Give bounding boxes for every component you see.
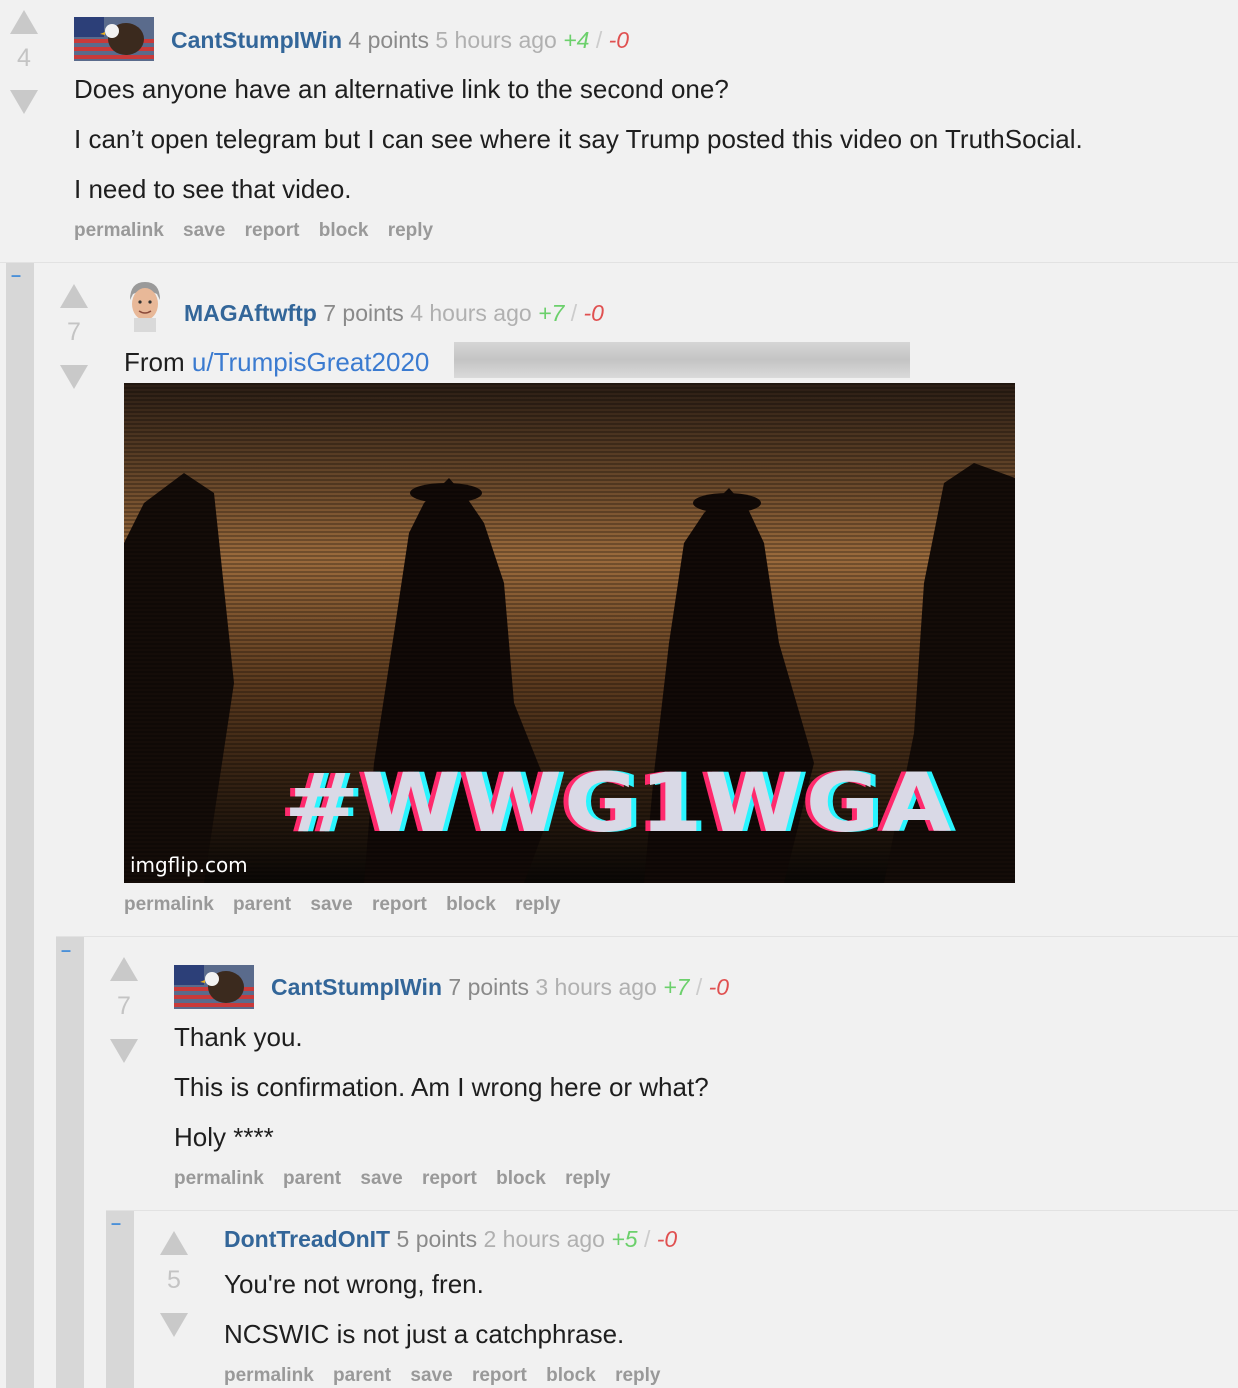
comment-meta: CantStumpIWin 7 points 3 hours ago +7 / …: [271, 972, 729, 1002]
comment-score: 7: [67, 318, 81, 346]
comment-paragraph: I need to see that video.: [74, 174, 352, 204]
points: 5 points: [396, 1226, 478, 1252]
comment-divider: [56, 936, 1238, 937]
collapse-toggle[interactable]: –: [61, 941, 71, 959]
upvote-count: +4: [563, 27, 590, 53]
downvote-arrow-icon[interactable]: [160, 1313, 188, 1337]
vote-separator: /: [643, 1226, 651, 1252]
comment-score: 5: [167, 1266, 181, 1294]
comment-divider: [106, 1210, 1238, 1211]
timestamp: 4 hours ago: [410, 300, 532, 326]
permalink-link[interactable]: permalink: [174, 1168, 264, 1189]
upvote-arrow-icon[interactable]: [60, 284, 88, 308]
comment-actions: permalink parent save report block reply: [174, 1168, 624, 1190]
eagle-flag-avatar[interactable]: [74, 17, 154, 61]
block-link[interactable]: block: [496, 1168, 546, 1189]
upvote-arrow-icon[interactable]: [110, 957, 138, 981]
downvote-arrow-icon[interactable]: [110, 1039, 138, 1063]
downvote-count: -0: [656, 1226, 678, 1252]
comment-actions: permalink save report block reply: [74, 220, 447, 242]
comment-paragraph: NCSWIC is not just a catchphrase.: [224, 1319, 625, 1349]
user-link[interactable]: u/TrumpisGreat2020: [192, 347, 429, 377]
permalink-link[interactable]: permalink: [124, 894, 214, 915]
permalink-link[interactable]: permalink: [74, 220, 164, 241]
block-link[interactable]: block: [319, 220, 369, 241]
from-label: From: [124, 347, 192, 377]
comment-score: 4: [17, 44, 31, 72]
save-link[interactable]: save: [360, 1168, 402, 1189]
downvote-count: -0: [583, 300, 604, 326]
upvote-count: +5: [611, 1226, 638, 1252]
gif-watermark: imgflip.com: [130, 853, 248, 877]
comment-meta: MAGAftwftp 7 points 4 hours ago +7 / -0: [184, 298, 604, 328]
upvote-arrow-icon[interactable]: [160, 1231, 188, 1255]
reply-link[interactable]: reply: [615, 1365, 660, 1386]
downvote-count: -0: [708, 974, 730, 1000]
embedded-gif[interactable]: #WWG1WGA imgflip.com: [124, 383, 1015, 883]
timestamp: 2 hours ago: [483, 1226, 605, 1252]
author-link[interactable]: DontTreadOnIT: [224, 1226, 390, 1252]
comment-paragraph: I can’t open telegram but I can see wher…: [74, 124, 1083, 154]
points: 7 points: [323, 300, 404, 326]
comment-paragraph: Thank you.: [174, 1022, 303, 1052]
redacted-block: [454, 342, 910, 378]
thread-rail[interactable]: [6, 263, 34, 1388]
upvote-count: +7: [663, 974, 690, 1000]
eagle-flag-avatar[interactable]: [174, 965, 254, 1009]
parent-link[interactable]: parent: [283, 1168, 341, 1189]
report-link[interactable]: report: [245, 220, 300, 241]
comment-paragraph: Holy ****: [174, 1122, 274, 1152]
report-link[interactable]: report: [372, 894, 427, 915]
reply-link[interactable]: reply: [515, 894, 560, 915]
comment-paragraph: You're not wrong, fren.: [224, 1269, 484, 1299]
permalink-link[interactable]: permalink: [224, 1365, 314, 1386]
vote-separator: /: [595, 27, 603, 53]
vote-separator: /: [695, 974, 703, 1000]
reply-link[interactable]: reply: [565, 1168, 610, 1189]
parent-link[interactable]: parent: [233, 894, 291, 915]
comment-paragraph: Does anyone have an alternative link to …: [74, 74, 729, 104]
collapse-toggle[interactable]: –: [11, 266, 21, 284]
block-link[interactable]: block: [546, 1365, 596, 1386]
points: 4 points: [348, 27, 429, 53]
thread-rail[interactable]: [56, 937, 84, 1388]
save-link[interactable]: save: [310, 894, 352, 915]
author-link[interactable]: CantStumpIWin: [171, 27, 342, 53]
author-link[interactable]: MAGAftwftp: [184, 300, 317, 326]
man-portrait-avatar[interactable]: [124, 280, 166, 332]
comment-paragraph: This is confirmation. Am I wrong here or…: [174, 1072, 709, 1102]
save-link[interactable]: save: [183, 220, 225, 241]
comment-divider: [0, 262, 1238, 263]
thread-rail[interactable]: [106, 1211, 134, 1388]
report-link[interactable]: report: [422, 1168, 477, 1189]
save-link[interactable]: save: [410, 1365, 452, 1386]
parent-link[interactable]: parent: [333, 1365, 391, 1386]
reply-link[interactable]: reply: [388, 220, 433, 241]
collapse-toggle[interactable]: –: [111, 1214, 121, 1232]
comment-meta: CantStumpIWin 4 points 5 hours ago +4 / …: [171, 25, 629, 55]
downvote-arrow-icon[interactable]: [10, 90, 38, 114]
comment-actions: permalink parent save report block reply: [224, 1365, 674, 1387]
points: 7 points: [448, 974, 529, 1000]
comment-score: 7: [117, 992, 131, 1020]
downvote-arrow-icon[interactable]: [60, 365, 88, 389]
timestamp: 5 hours ago: [435, 27, 557, 53]
vote-separator: /: [570, 300, 578, 326]
downvote-count: -0: [608, 27, 630, 53]
upvote-count: +7: [538, 300, 565, 326]
gif-overlay-text: #WWG1WGA: [284, 756, 954, 851]
timestamp: 3 hours ago: [535, 974, 657, 1000]
comment-actions: permalink parent save report block reply: [124, 894, 574, 916]
report-link[interactable]: report: [472, 1365, 527, 1386]
comment-meta: DontTreadOnIT 5 points 2 hours ago +5 / …: [224, 1224, 677, 1254]
author-link[interactable]: CantStumpIWin: [271, 974, 442, 1000]
comment-paragraph: From u/TrumpisGreat2020: [124, 346, 429, 378]
block-link[interactable]: block: [446, 894, 496, 915]
upvote-arrow-icon[interactable]: [10, 10, 38, 34]
